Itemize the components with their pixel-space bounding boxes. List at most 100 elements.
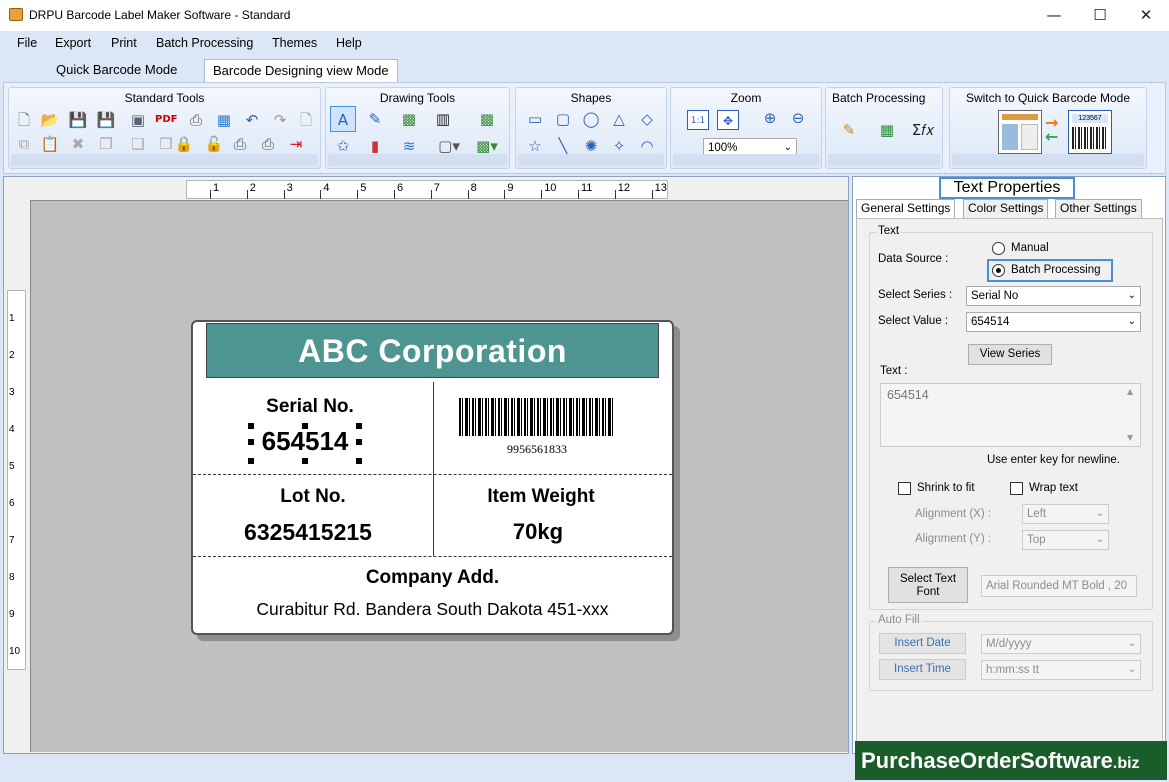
selection-handle[interactable]: [302, 458, 308, 464]
open-icon[interactable]: 📂: [39, 110, 61, 130]
fit-to-window-icon[interactable]: ✥: [717, 110, 739, 130]
menu-print[interactable]: Print: [111, 36, 137, 50]
selection-handle[interactable]: [248, 439, 254, 445]
four-point-star-icon[interactable]: ✧: [608, 136, 630, 156]
image-icon[interactable]: ▩: [398, 109, 420, 129]
maximize-button[interactable]: ☐: [1077, 0, 1123, 31]
print-preview-icon[interactable]: ⎙: [229, 134, 251, 154]
close-button[interactable]: ✕: [1123, 0, 1169, 31]
selection-handle[interactable]: [248, 423, 254, 429]
select-text-font-button[interactable]: Select Text Font: [888, 567, 968, 603]
shrink-to-fit-checkbox[interactable]: [898, 482, 911, 495]
time-format-dropdown[interactable]: h:mm:ss tt ⌄: [981, 660, 1141, 680]
menu-file[interactable]: File: [17, 36, 37, 50]
wrap-text-checkbox[interactable]: [1010, 482, 1023, 495]
arc-icon[interactable]: ◠: [636, 136, 658, 156]
selection-handle[interactable]: [356, 458, 362, 464]
print-settings-icon[interactable]: ⎙: [257, 134, 279, 154]
alignment-x-dropdown[interactable]: Left ⌄: [1022, 504, 1109, 524]
barcode-icon[interactable]: ▥: [432, 109, 454, 129]
watermark-text: PurchaseOrderSoftware: [861, 748, 1113, 773]
pdf-icon[interactable]: PDF: [155, 110, 177, 130]
select-value-dropdown[interactable]: 654514 ⌄: [966, 312, 1141, 332]
page-icon[interactable]: 🗋: [295, 110, 317, 130]
menu-batch-processing[interactable]: Batch Processing: [156, 36, 253, 50]
tab-barcode-designing-mode[interactable]: Barcode Designing view Mode: [204, 59, 398, 82]
border-icon[interactable]: ▢▾: [434, 136, 464, 156]
minimize-button[interactable]: —: [1031, 0, 1077, 31]
save-as-icon[interactable]: 💾: [95, 110, 117, 130]
batch-edit-icon[interactable]: ✎: [838, 120, 860, 140]
duplicate-icon[interactable]: ❐: [95, 134, 117, 154]
insert-time-button[interactable]: Insert Time: [879, 659, 966, 680]
company-title[interactable]: Company Add.: [193, 567, 672, 589]
quick-mode-icon[interactable]: 123567: [1068, 110, 1112, 154]
lock-icon[interactable]: 🔒: [173, 134, 195, 154]
lot-title[interactable]: Lot No.: [213, 486, 413, 508]
grid-icon[interactable]: ▦: [213, 110, 235, 130]
picture-icon[interactable]: ▩: [476, 109, 498, 129]
selection-handle[interactable]: [356, 423, 362, 429]
save-icon[interactable]: 💾: [67, 110, 89, 130]
text-input[interactable]: 654514: [880, 383, 1141, 447]
delete-icon[interactable]: ✖: [67, 134, 89, 154]
weight-title[interactable]: Item Weight: [441, 486, 641, 508]
view-series-button[interactable]: View Series: [968, 344, 1052, 365]
date-format-dropdown[interactable]: M/d/yyyy ⌄: [981, 634, 1141, 654]
export-image-icon[interactable]: ▣: [127, 110, 149, 130]
rounded-rectangle-icon[interactable]: ▢: [552, 109, 574, 129]
barcode-image[interactable]: [459, 398, 615, 436]
group-icon[interactable]: ❑: [127, 134, 149, 154]
unlock-icon[interactable]: 🔓: [203, 134, 225, 154]
line-icon[interactable]: ╲: [552, 136, 574, 156]
serial-value[interactable]: 654514: [250, 426, 360, 457]
serial-title[interactable]: Serial No.: [213, 396, 407, 418]
pen-icon[interactable]: ✎: [364, 109, 386, 129]
rectangle-icon[interactable]: ▭: [524, 109, 546, 129]
actual-size-icon[interactable]: 1:1: [687, 110, 709, 130]
diamond-icon[interactable]: ◇: [636, 109, 658, 129]
new-icon[interactable]: 🗋: [13, 110, 35, 130]
exit-icon[interactable]: ⇥: [285, 134, 307, 154]
tab-color-settings[interactable]: Color Settings: [963, 199, 1049, 218]
menu-themes[interactable]: Themes: [272, 36, 317, 50]
company-address[interactable]: Curabitur Rd. Bandera South Dakota 451-x…: [193, 599, 672, 620]
ellipse-icon[interactable]: ◯: [580, 109, 602, 129]
label-header[interactable]: ABC Corporation: [206, 323, 659, 378]
selection-handle[interactable]: [356, 439, 362, 445]
alignment-y-dropdown[interactable]: Top ⌄: [1022, 530, 1109, 550]
selection-handle[interactable]: [302, 423, 308, 429]
copy-icon[interactable]: ⧉: [13, 134, 35, 154]
excel-icon[interactable]: ▦: [876, 120, 898, 140]
zoom-out-icon[interactable]: ⊖: [787, 108, 809, 128]
tab-other-settings[interactable]: Other Settings: [1055, 199, 1142, 218]
watermark-icon[interactable]: ≋: [398, 136, 420, 156]
burst-icon[interactable]: ✺: [580, 136, 602, 156]
scroll-up-icon[interactable]: ▲: [1127, 387, 1133, 396]
batch-processing-radio[interactable]: [992, 264, 1005, 277]
weight-value[interactable]: 70kg: [438, 519, 638, 545]
tab-general-settings[interactable]: General Settings: [856, 199, 956, 218]
menu-export[interactable]: Export: [55, 36, 91, 50]
scroll-down-icon[interactable]: ▼: [1127, 433, 1133, 442]
library-icon[interactable]: ▮: [364, 136, 386, 156]
insert-date-button[interactable]: Insert Date: [879, 633, 966, 654]
triangle-icon[interactable]: △: [608, 109, 630, 129]
menu-help[interactable]: Help: [336, 36, 362, 50]
designer-mode-icon[interactable]: [998, 110, 1042, 154]
lot-value[interactable]: 6325415215: [208, 519, 408, 546]
select-series-dropdown[interactable]: Serial No ⌄: [966, 286, 1141, 306]
text-tool-icon[interactable]: A: [330, 106, 356, 132]
manual-radio[interactable]: [992, 242, 1005, 255]
star-icon[interactable]: ☆: [524, 136, 546, 156]
star-shape-icon[interactable]: ✩: [332, 136, 354, 156]
image-library-icon[interactable]: ▩▾: [472, 136, 502, 156]
selection-handle[interactable]: [248, 458, 254, 464]
redo-icon[interactable]: ↷: [269, 110, 291, 130]
formula-icon[interactable]: Σ𝑓𝑥: [908, 120, 938, 140]
print-icon[interactable]: ⎙: [185, 110, 207, 130]
zoom-in-icon[interactable]: ⊕: [759, 108, 781, 128]
paste-icon[interactable]: 📋: [39, 134, 61, 154]
undo-icon[interactable]: ↶: [241, 110, 263, 130]
tab-quick-barcode-mode[interactable]: Quick Barcode Mode: [48, 59, 185, 82]
